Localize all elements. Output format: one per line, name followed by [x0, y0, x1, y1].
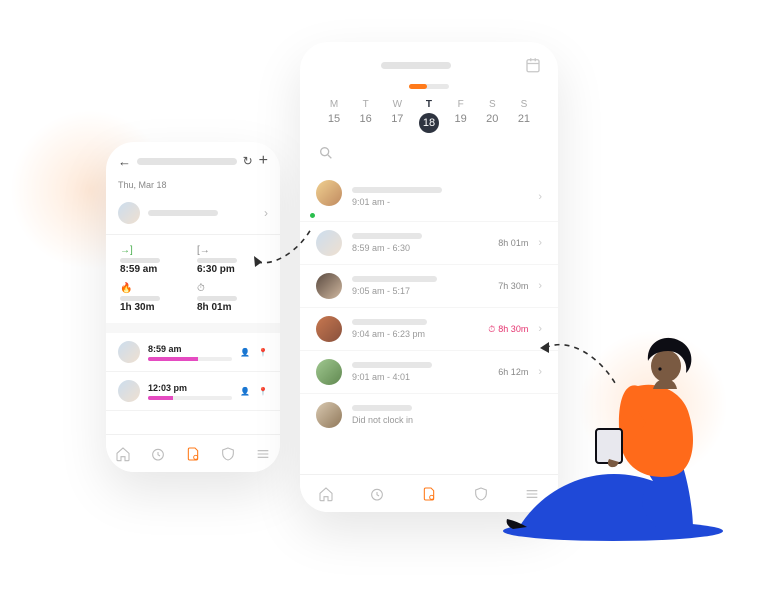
user-icon: 👤 — [240, 387, 250, 396]
progress-indicator — [409, 84, 449, 89]
location-icon: 📍 — [258, 348, 268, 357]
home-icon[interactable] — [318, 486, 334, 502]
timesheet-icon[interactable] — [421, 486, 437, 502]
person-illustration — [488, 311, 728, 541]
day-stats: →] 8:59 am [→ 6:30 pm 🔥 1h 30m ⏱ 8h 01m — [106, 235, 280, 333]
clock-in-icon: →] — [120, 245, 189, 256]
total-duration: 8h 01m — [197, 302, 266, 313]
week-selector: M15 T16 W17 T18 F19 S20 S21 — [300, 99, 558, 133]
name-placeholder — [148, 210, 218, 216]
avatar — [118, 380, 140, 402]
shield-icon[interactable] — [220, 446, 236, 462]
timesheet-icon[interactable] — [185, 446, 201, 462]
chevron-right-icon: › — [538, 191, 542, 203]
add-icon[interactable]: + — [259, 152, 268, 170]
chevron-right-icon: › — [538, 237, 542, 249]
row-sub: 9:04 am - 6:23 pm — [352, 329, 478, 339]
avatar — [316, 402, 342, 428]
entry-time: 8:59 am — [148, 344, 232, 354]
employee-row[interactable]: 9:05 am - 5:17 7h 30m › — [300, 265, 558, 308]
home-icon[interactable] — [115, 446, 131, 462]
progress-bar — [148, 396, 232, 400]
employee-row[interactable]: 8:59 am - 6:30 8h 01m › — [300, 222, 558, 265]
weekday[interactable]: W17 — [385, 99, 409, 133]
title-placeholder — [381, 62, 451, 69]
avatar — [316, 273, 342, 299]
avatar — [316, 316, 342, 342]
phone-detail-view: ← ↻ + Thu, Mar 18 › →] 8:59 am [→ 6:30 p… — [106, 142, 280, 472]
avatar — [316, 359, 342, 385]
clock-icon: ⏱ — [197, 283, 266, 294]
chevron-right-icon: › — [264, 206, 268, 220]
entry-time: 12:03 pm — [148, 383, 232, 393]
row-hours: 7h 30m — [498, 281, 528, 291]
weekday[interactable]: S20 — [480, 99, 504, 133]
history-icon[interactable]: ↻ — [243, 154, 253, 168]
shield-icon[interactable] — [473, 486, 489, 502]
row-hours: 8h 01m — [498, 238, 528, 248]
break-icon: 🔥 — [120, 283, 189, 294]
search-icon[interactable] — [300, 133, 558, 172]
back-icon[interactable]: ← — [118, 154, 131, 169]
clock-out-time: 6:30 pm — [197, 264, 266, 275]
timer-icon[interactable] — [150, 446, 166, 462]
row-sub: 8:59 am - 6:30 — [352, 243, 488, 253]
weekday[interactable]: M15 — [322, 99, 346, 133]
clock-out-icon: [→ — [197, 245, 266, 256]
break-duration: 1h 30m — [120, 302, 189, 313]
shift-entry[interactable]: 8:59 am 👤 📍 — [106, 333, 280, 372]
calendar-icon[interactable] — [524, 56, 542, 74]
weekday[interactable]: F19 — [449, 99, 473, 133]
weekday[interactable]: T16 — [354, 99, 378, 133]
employee-header[interactable]: › — [106, 196, 280, 235]
avatar — [118, 202, 140, 224]
weekday-selected[interactable]: T18 — [417, 99, 441, 133]
weekday[interactable]: S21 — [512, 99, 536, 133]
date-label: Thu, Mar 18 — [106, 180, 280, 196]
avatar — [118, 341, 140, 363]
title-placeholder — [137, 158, 237, 165]
row-sub: 9:01 am - 4:01 — [352, 372, 488, 382]
employee-row[interactable]: 9:01 am - › — [300, 172, 558, 222]
avatar — [316, 230, 342, 256]
clock-in-time: 8:59 am — [120, 264, 189, 275]
chevron-right-icon: › — [538, 280, 542, 292]
menu-icon[interactable] — [255, 446, 271, 462]
user-icon: 👤 — [240, 348, 250, 357]
location-icon: 📍 — [258, 387, 268, 396]
progress-bar — [148, 357, 232, 361]
avatar — [316, 180, 342, 206]
row-sub: 9:05 am - 5:17 — [352, 286, 488, 296]
row-sub: 9:01 am - — [352, 197, 528, 207]
status-active-icon — [309, 212, 316, 219]
tab-bar — [106, 434, 280, 472]
shift-entry[interactable]: 12:03 pm 👤 📍 — [106, 372, 280, 411]
timer-icon[interactable] — [369, 486, 385, 502]
